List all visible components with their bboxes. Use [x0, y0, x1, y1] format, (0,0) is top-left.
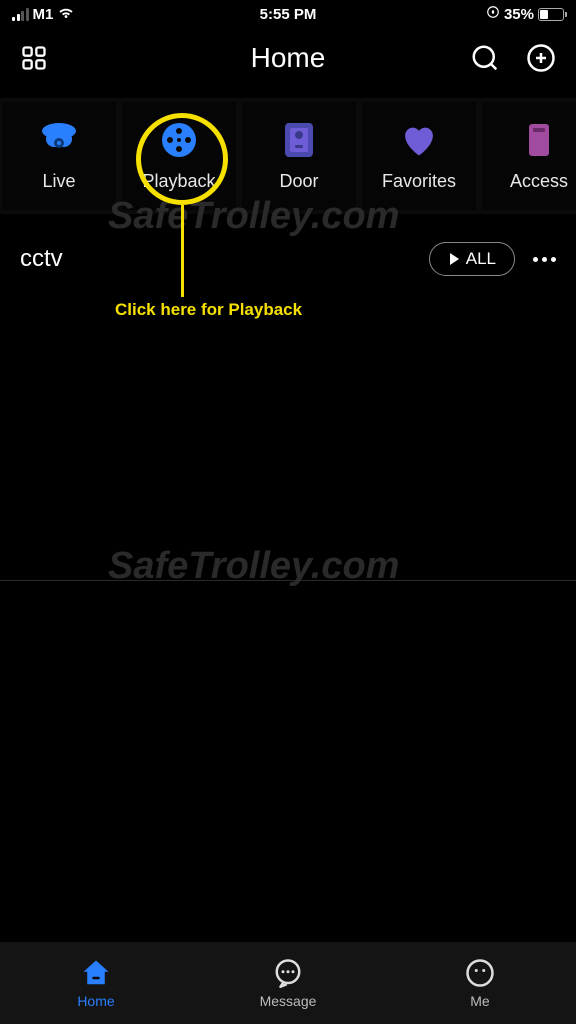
category-live[interactable]: Live [2, 102, 116, 210]
category-door[interactable]: Door [242, 102, 356, 210]
status-right: 35% [486, 5, 564, 23]
category-label: Favorites [382, 171, 456, 192]
me-icon [464, 957, 496, 989]
bottom-nav: Home Message Me [0, 942, 576, 1024]
category-label: Access [510, 171, 568, 192]
category-label: Playback [142, 171, 215, 192]
all-label: ALL [466, 249, 496, 269]
more-icon[interactable] [533, 257, 556, 262]
add-icon[interactable] [526, 43, 556, 73]
nav-label: Me [470, 993, 489, 1009]
category-label: Door [279, 171, 318, 192]
play-icon [448, 252, 460, 266]
rotation-lock-icon [486, 5, 500, 23]
wifi-icon [57, 3, 75, 25]
category-favorites[interactable]: Favorites [362, 102, 476, 210]
access-icon [520, 121, 558, 159]
message-icon [272, 957, 304, 989]
top-nav: Home [0, 28, 576, 98]
status-left: M1 [12, 3, 75, 25]
device-name[interactable]: cctv [20, 245, 429, 273]
nav-home[interactable]: Home [0, 942, 192, 1024]
nav-me[interactable]: Me [384, 942, 576, 1024]
play-all-button[interactable]: ALL [429, 242, 515, 276]
status-bar: M1 5:55 PM 35% [0, 0, 576, 28]
nav-message[interactable]: Message [192, 942, 384, 1024]
search-icon[interactable] [470, 43, 500, 73]
device-row: cctv ALL [0, 214, 576, 286]
battery-icon [538, 8, 564, 21]
carrier-label: M1 [33, 6, 54, 23]
category-row: Live Playback Door Favorites Access [0, 98, 576, 214]
home-icon [80, 957, 112, 989]
grid-icon[interactable] [20, 44, 48, 72]
watermark: SafeTrolley.com [108, 545, 399, 588]
divider [0, 580, 576, 581]
reel-icon [160, 121, 198, 159]
annotation-text: Click here for Playback [115, 300, 302, 320]
category-label: Live [42, 171, 75, 192]
nav-label: Home [77, 993, 114, 1009]
category-playback[interactable]: Playback [122, 102, 236, 210]
page-title: Home [251, 42, 326, 74]
nav-label: Message [260, 993, 317, 1009]
status-time: 5:55 PM [260, 6, 317, 23]
signal-icon [12, 8, 29, 21]
camera-icon [40, 121, 78, 159]
door-icon [280, 121, 318, 159]
heart-icon [400, 121, 438, 159]
battery-percentage: 35% [504, 6, 534, 23]
category-access[interactable]: Access [482, 102, 576, 210]
